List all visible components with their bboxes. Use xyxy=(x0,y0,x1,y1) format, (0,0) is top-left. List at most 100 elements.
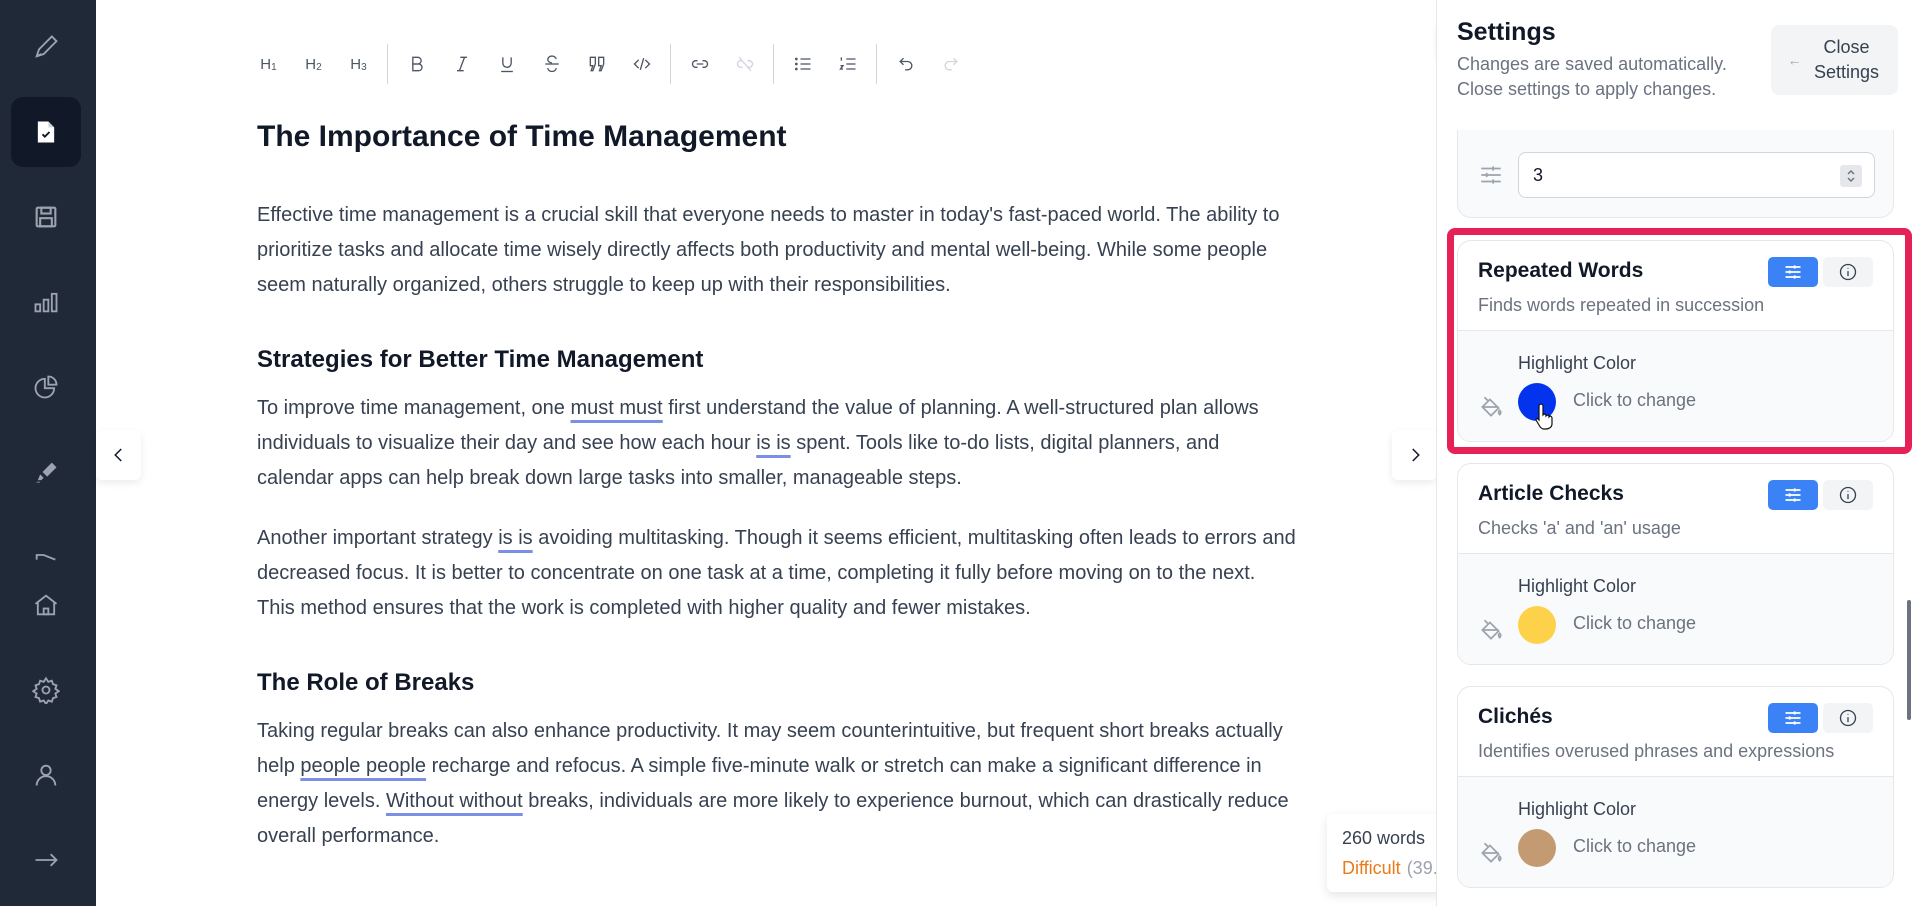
sidebar xyxy=(0,0,96,906)
redo-icon xyxy=(944,57,958,71)
settings-title: Settings xyxy=(1457,18,1556,46)
card-header: Clichés Identifies overused phrases and … xyxy=(1458,687,1893,777)
italic-icon xyxy=(456,56,467,72)
configure-button[interactable] xyxy=(1768,480,1818,510)
close-settings-button[interactable]: ← Close Settings xyxy=(1771,25,1898,95)
configure-button[interactable] xyxy=(1768,703,1818,733)
toolbar-divider xyxy=(670,44,671,84)
sliders-icon xyxy=(1785,711,1801,725)
editor: H1 H2 H3 The Importance of Time Manageme… xyxy=(96,0,1492,906)
repeated-word-highlight[interactable]: is is xyxy=(756,432,790,454)
settings-description: Changes are saved automatically. Close s… xyxy=(1457,54,1727,99)
change-color-link[interactable]: Click to change xyxy=(1573,390,1696,411)
h2-letter: H xyxy=(305,55,317,73)
cliches-card: Clichés Identifies overused phrases and … xyxy=(1457,686,1894,888)
sidebar-item-settings[interactable] xyxy=(11,655,81,725)
article-checks-card: Article Checks Checks 'a' and 'an' usage… xyxy=(1457,463,1894,665)
previous-page-button[interactable] xyxy=(96,430,141,480)
info-button[interactable] xyxy=(1823,480,1873,510)
sidebar-item-save[interactable] xyxy=(11,182,81,252)
unlink-icon xyxy=(736,56,753,72)
change-color-link[interactable]: Click to change xyxy=(1573,613,1696,634)
threshold-value: 3 xyxy=(1533,164,1544,185)
save-icon xyxy=(35,206,57,228)
strikethrough-button[interactable] xyxy=(529,44,574,84)
settings-scrollbar[interactable] xyxy=(1907,600,1911,720)
link-icon xyxy=(691,60,708,68)
repeated-word-highlight[interactable]: people people xyxy=(300,755,426,777)
sidebar-item-write[interactable] xyxy=(11,12,81,82)
quote-button[interactable] xyxy=(574,44,619,84)
italic-button[interactable] xyxy=(439,44,484,84)
toolbar-divider xyxy=(876,44,877,84)
sidebar-item-check[interactable] xyxy=(11,97,81,167)
change-color-link[interactable]: Click to change xyxy=(1573,836,1696,857)
highlight-color-label: Highlight Color xyxy=(1518,799,1637,819)
unlink-button[interactable] xyxy=(722,44,767,84)
h1-letter: H xyxy=(260,55,272,73)
document-check-icon xyxy=(37,121,55,143)
quote-icon xyxy=(589,56,604,72)
code-button[interactable] xyxy=(619,44,664,84)
chevron-left-icon xyxy=(113,448,122,462)
app: H1 H2 H3 The Importance of Time Manageme… xyxy=(0,0,1913,906)
color-swatch[interactable] xyxy=(1518,383,1556,421)
sidebar-item-profile[interactable] xyxy=(11,740,81,810)
color-swatch[interactable] xyxy=(1518,829,1556,867)
redo-button[interactable] xyxy=(928,44,973,84)
card-actions xyxy=(1768,257,1873,287)
ordered-list-button[interactable] xyxy=(825,44,870,84)
gear-icon xyxy=(32,676,60,704)
settings-panel: Settings Changes are saved automatically… xyxy=(1436,0,1913,906)
toolbar-divider xyxy=(773,44,774,84)
heading2-icon: H2 xyxy=(305,56,321,73)
chevron-right-icon xyxy=(1411,448,1420,462)
arrow-left-icon: ← xyxy=(1787,52,1802,68)
sidebar-item-home[interactable] xyxy=(11,570,81,640)
arrow-right-icon xyxy=(35,853,58,867)
heading1-button[interactable]: H1 xyxy=(246,44,291,84)
sidebar-item-highlight[interactable] xyxy=(11,437,81,507)
section-heading: The Role of Breaks xyxy=(257,669,475,696)
info-button[interactable] xyxy=(1823,703,1873,733)
pencil-icon xyxy=(35,35,58,58)
card-actions xyxy=(1768,480,1873,510)
configure-button[interactable] xyxy=(1768,257,1818,287)
code-icon xyxy=(633,57,650,71)
threshold-setting: 3 xyxy=(1457,130,1894,218)
sidebar-item-curve[interactable] xyxy=(11,522,81,562)
sidebar-item-analytics[interactable] xyxy=(11,352,81,422)
sidebar-item-expand[interactable] xyxy=(11,825,81,895)
next-page-button[interactable] xyxy=(1392,430,1437,480)
document-content[interactable]: The Importance of Time Management Effect… xyxy=(257,112,1297,879)
undo-icon xyxy=(898,57,912,71)
sidebar-item-stats[interactable] xyxy=(11,267,81,337)
threshold-input[interactable]: 3 xyxy=(1518,152,1875,198)
bullet-list-button[interactable] xyxy=(780,44,825,84)
repeated-word-highlight[interactable]: Without without xyxy=(386,790,523,812)
formatting-toolbar: H1 H2 H3 xyxy=(246,44,973,84)
info-icon xyxy=(1839,263,1857,281)
bar-chart-icon xyxy=(34,292,58,313)
paint-bucket-icon xyxy=(1481,842,1502,863)
info-button[interactable] xyxy=(1823,257,1873,287)
highlight-color-label: Highlight Color xyxy=(1518,576,1637,596)
link-button[interactable] xyxy=(677,44,722,84)
undo-button[interactable] xyxy=(883,44,928,84)
h3-sub: 3 xyxy=(361,61,367,73)
text: Another important strategy xyxy=(257,527,499,549)
card-subtitle: Identifies overused phrases and expressi… xyxy=(1478,741,1835,761)
section-heading: Strategies for Better Time Management xyxy=(257,346,704,373)
heading3-button[interactable]: H3 xyxy=(336,44,381,84)
underline-button[interactable] xyxy=(484,44,529,84)
bold-button[interactable] xyxy=(394,44,439,84)
repeated-word-highlight[interactable]: must must xyxy=(571,397,663,419)
color-swatch[interactable] xyxy=(1518,606,1556,644)
number-stepper[interactable] xyxy=(1840,165,1862,187)
info-icon xyxy=(1839,486,1857,504)
sliders-icon xyxy=(1481,166,1501,184)
heading2-button[interactable]: H2 xyxy=(291,44,336,84)
paragraph: Taking regular breaks can also enhance p… xyxy=(257,714,1297,854)
curve-icon xyxy=(35,554,56,561)
repeated-word-highlight[interactable]: is is xyxy=(498,527,532,549)
